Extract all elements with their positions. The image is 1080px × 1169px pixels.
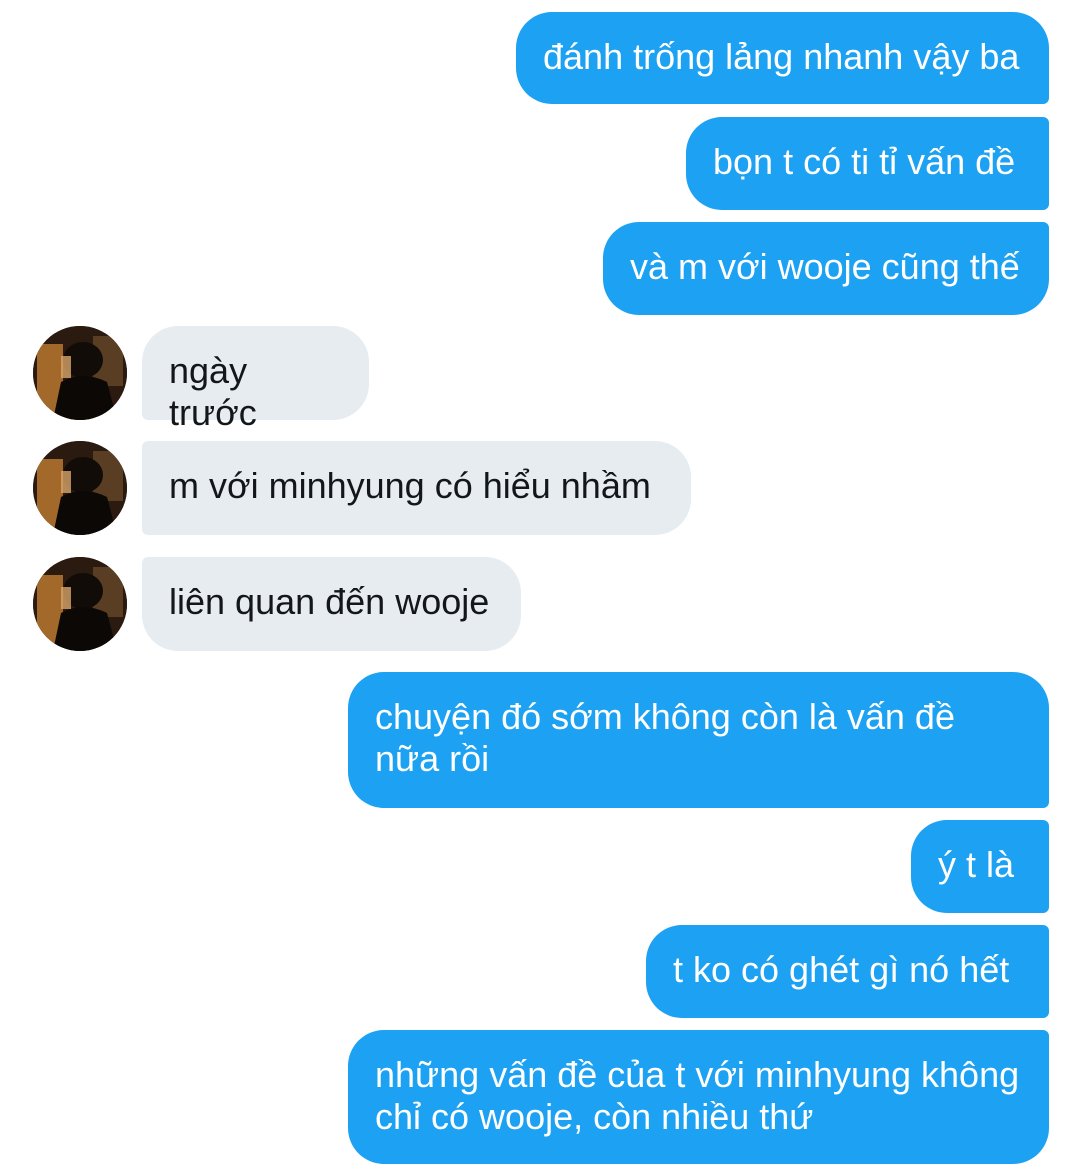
- message-bubble-received[interactable]: ngày trước: [142, 326, 369, 433]
- contact-avatar[interactable]: [33, 557, 127, 651]
- message-bubble-sent[interactable]: chuyện đó sớm không còn là vấn đề nữa rồ…: [348, 672, 1049, 808]
- message-bubble-received[interactable]: liên quan đến wooje: [142, 557, 521, 651]
- message-text: những vấn đề của t với minhyung không ch…: [375, 1054, 1020, 1137]
- message-text: ngày trước: [169, 350, 257, 433]
- message-text: và m với wooje cũng thế: [630, 246, 1020, 287]
- message-bubble-sent[interactable]: đánh trống lảng nhanh vậy ba: [516, 12, 1049, 104]
- contact-avatar[interactable]: [33, 441, 127, 535]
- dm-conversation: { "colors": { "sent_bubble": "#1da1f2", …: [0, 0, 1080, 1169]
- message-bubble-sent[interactable]: ý t là: [911, 820, 1049, 913]
- message-text: liên quan đến wooje: [169, 581, 490, 622]
- message-text: đánh trống lảng nhanh vậy ba: [543, 36, 1020, 77]
- message-text: chuyện đó sớm không còn là vấn đề nữa rồ…: [375, 696, 955, 779]
- message-bubble-sent[interactable]: t ko có ghét gì nó hết: [646, 925, 1049, 1018]
- message-text: m với minhyung có hiểu nhầm: [169, 465, 651, 506]
- message-text: ý t là: [938, 844, 1015, 885]
- message-bubble-sent[interactable]: những vấn đề của t với minhyung không ch…: [348, 1030, 1049, 1164]
- message-text: bọn t có ti tỉ vấn đề: [713, 141, 1016, 182]
- contact-avatar[interactable]: [33, 326, 127, 420]
- message-bubble-sent[interactable]: bọn t có ti tỉ vấn đề: [686, 117, 1049, 210]
- message-bubble-received[interactable]: m với minhyung có hiểu nhầm: [142, 441, 691, 535]
- message-text: t ko có ghét gì nó hết: [673, 949, 1010, 990]
- message-bubble-sent[interactable]: và m với wooje cũng thế: [603, 222, 1049, 315]
